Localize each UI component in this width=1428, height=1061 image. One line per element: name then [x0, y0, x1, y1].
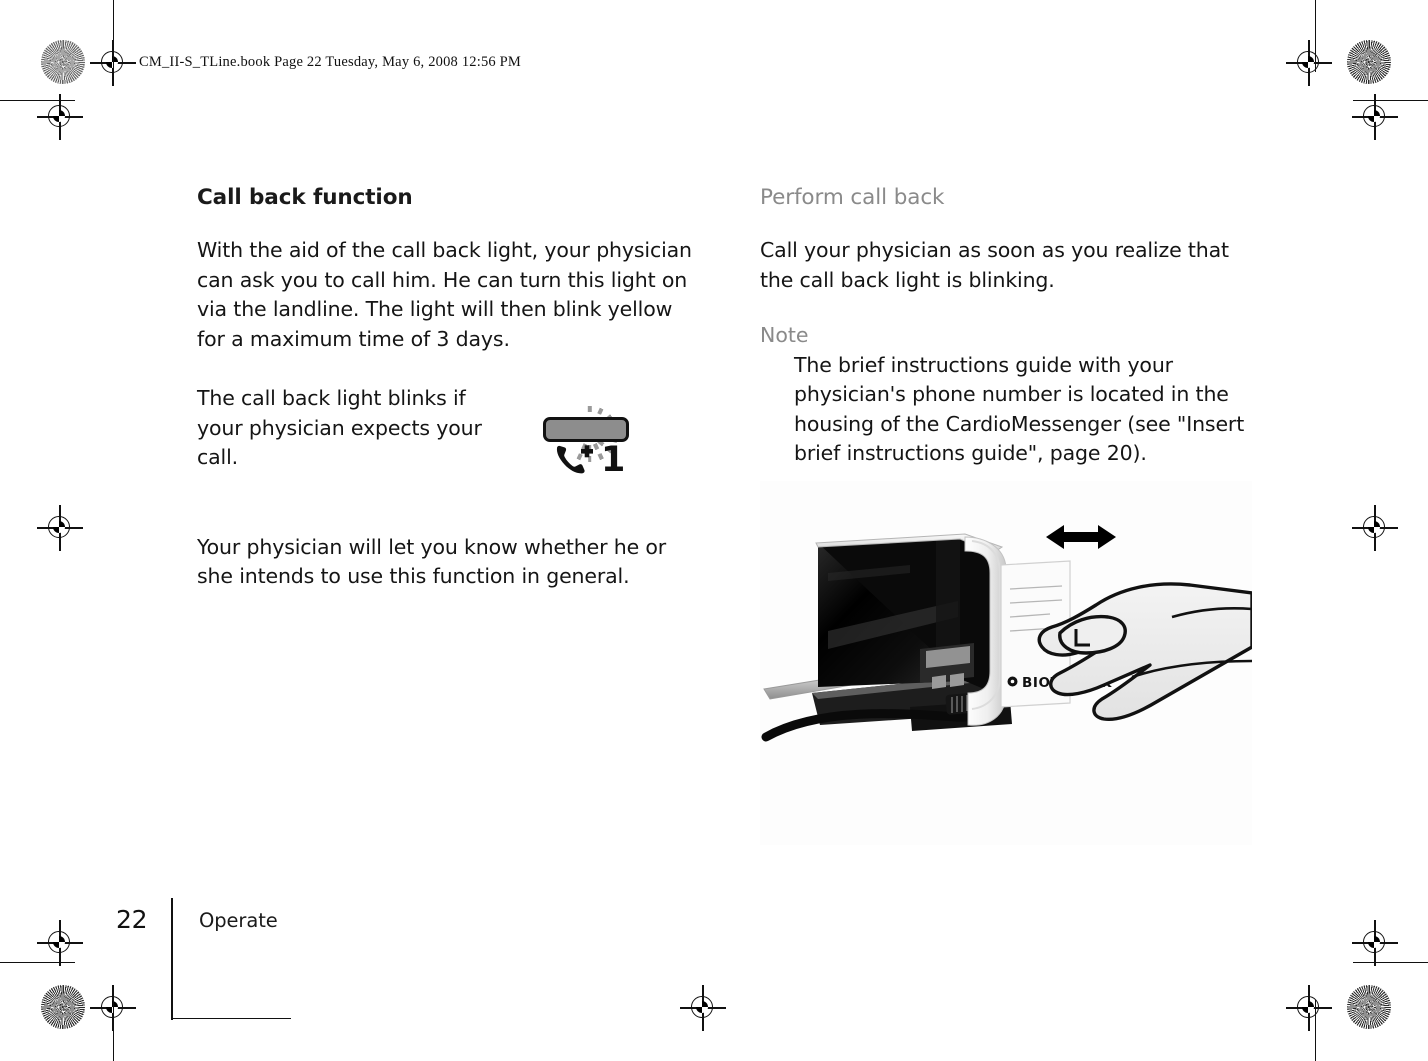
star-target-bottom-right: [1347, 985, 1391, 1029]
trim-line-right-top: [1315, 0, 1317, 72]
star-target-top-right: [1347, 40, 1391, 84]
trim-line-bottom-right: [1353, 962, 1428, 964]
right-column: Perform call back Call your physician as…: [760, 185, 1260, 469]
hand-illustration: [1037, 582, 1252, 721]
page-number: 22: [116, 905, 148, 934]
trim-line-left-bottom: [113, 1000, 115, 1061]
cardiomessenger-illustration: BIOTRONIK: [761, 525, 1252, 742]
registration-mark-right-middle: [1352, 505, 1398, 551]
star-target-top-left: [41, 40, 85, 84]
trim-line-left-top: [113, 0, 115, 72]
registration-mark-right-lower: [1352, 920, 1398, 966]
paragraph-call-physician: Call your physician as soon as you reali…: [760, 238, 1229, 292]
registration-mark-top-right: [1286, 40, 1332, 86]
running-head: Operate: [199, 909, 278, 932]
registration-mark-left-middle: [37, 505, 83, 551]
footer-rule: [171, 898, 173, 1020]
note-block: Note The brief instructions guide with y…: [760, 321, 1260, 469]
paragraph-blink-condition: The call back light blinks if your physi…: [197, 386, 482, 469]
figure-insert-brief-instructions-guide: BIOTRONIK: [760, 481, 1252, 845]
trim-line-top-right: [1353, 100, 1428, 102]
trim-line-top-left: [0, 100, 75, 102]
call-back-light-icon: 1: [497, 376, 682, 491]
note-label: Note: [760, 323, 809, 347]
call-count-digit: 1: [601, 440, 626, 480]
section-heading-perform-call-back: Perform call back: [760, 185, 945, 210]
note-text: The brief instructions guide with your p…: [794, 352, 1245, 466]
footer-baseline-rule: [171, 1018, 291, 1020]
trim-line-right-bottom: [1315, 1000, 1317, 1061]
trim-line-bottom-left: [0, 962, 75, 964]
blink-illustration-row: The call back light blinks if your physi…: [197, 384, 692, 499]
registration-mark-bottom-center: [680, 985, 726, 1031]
registration-mark-left-lower: [37, 920, 83, 966]
print-slug: CM_II-S_TLine.book Page 22 Tuesday, May …: [139, 54, 522, 70]
phone-handset-plus-icon: [556, 445, 593, 474]
registration-mark-bottom-right: [1286, 985, 1332, 1031]
led-indicator-icon: [543, 417, 629, 442]
star-target-bottom-left: [41, 985, 85, 1029]
double-arrow-icon: [1046, 525, 1116, 549]
paragraph-physician-intent: Your physician will let you know whether…: [197, 534, 667, 589]
paragraph-call-back-light: With the aid of the call back light, you…: [197, 238, 692, 351]
left-column: Call back function With the aid of the c…: [197, 185, 692, 618]
page-title: Call back function: [197, 185, 413, 210]
